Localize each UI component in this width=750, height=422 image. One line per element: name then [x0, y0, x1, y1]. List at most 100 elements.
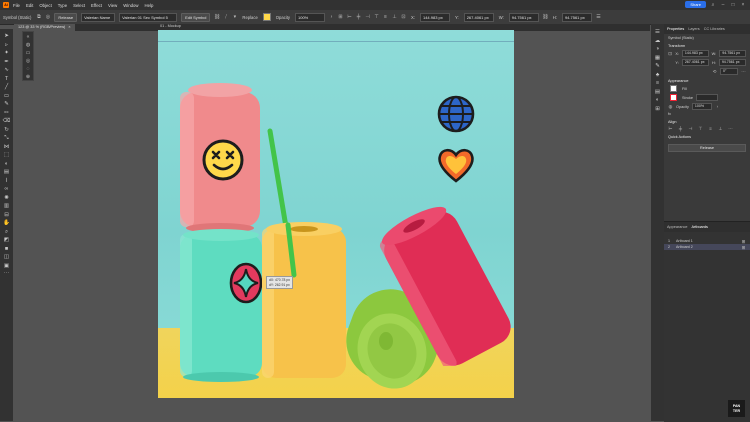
- paintbrush-tool-icon[interactable]: ✎: [3, 100, 11, 108]
- stroke-panel-icon[interactable]: ≡: [654, 79, 662, 87]
- align-right-icon[interactable]: ⊣: [688, 126, 693, 131]
- artboard[interactable]: [158, 30, 514, 398]
- symbol-icon[interactable]: ⧉: [36, 14, 42, 20]
- swatches-panel-icon[interactable]: ▦: [654, 54, 662, 62]
- y-field[interactable]: 267.4061 px: [463, 12, 494, 22]
- edit-symbol-button[interactable]: Edit Symbol: [181, 12, 211, 22]
- reference-point-icon[interactable]: ⊡: [668, 51, 672, 56]
- fx-label[interactable]: fx: [668, 112, 671, 116]
- chevron-right-icon[interactable]: ›: [329, 14, 335, 20]
- graphic-styles-panel-icon[interactable]: ⊞: [654, 105, 662, 113]
- zoom-tool-icon[interactable]: ⌕: [3, 228, 11, 236]
- menu-window[interactable]: Window: [123, 3, 138, 8]
- brushes-panel-icon[interactable]: ✎: [654, 62, 662, 70]
- menu-type[interactable]: Type: [58, 3, 67, 8]
- align-center-icon[interactable]: ╪: [356, 14, 362, 20]
- menu-file[interactable]: File: [13, 3, 20, 8]
- search-icon[interactable]: ⌕: [710, 2, 716, 8]
- align-bottom-icon[interactable]: ⊥: [392, 14, 398, 20]
- w-field[interactable]: 94.7561 px: [508, 12, 539, 22]
- direct-selection-tool-icon[interactable]: ▹: [3, 41, 11, 49]
- dizzy-smiley-icon[interactable]: [201, 138, 245, 182]
- globe-icon[interactable]: [436, 94, 476, 134]
- tab-cc-libraries[interactable]: CC Libraries: [704, 27, 725, 31]
- menu-edit[interactable]: Edit: [26, 3, 33, 8]
- artboard-tool-icon[interactable]: ⊟: [3, 211, 11, 219]
- gradient-tool-icon[interactable]: ▤: [3, 168, 11, 176]
- free-transform-icon[interactable]: ⬚: [3, 151, 11, 159]
- properties-panel-icon[interactable]: ☰: [654, 28, 662, 36]
- blend-tool-icon[interactable]: ∞: [3, 185, 11, 193]
- symbol-sprayer-icon[interactable]: ✺: [3, 194, 11, 202]
- align-more-icon[interactable]: ⋯: [728, 126, 733, 131]
- chevron-right-icon[interactable]: ›: [715, 104, 720, 109]
- dropdown-icon[interactable]: ▾: [232, 14, 238, 20]
- magic-wand-icon[interactable]: ✦: [3, 49, 11, 57]
- heart-icon[interactable]: [436, 146, 476, 184]
- selection-tool-icon[interactable]: ➤: [3, 32, 11, 40]
- align-hcenter-icon[interactable]: ╪: [678, 126, 683, 131]
- collapse-icon[interactable]: «: [25, 34, 32, 41]
- symbols-panel-icon[interactable]: ♣: [654, 71, 662, 79]
- x-field[interactable]: 144.983 px: [681, 50, 709, 57]
- symbol-library-field[interactable]: Valerian 01 Sec Symbol 5: [119, 12, 178, 22]
- line-tool-icon[interactable]: ╱: [3, 83, 11, 91]
- align-left-icon[interactable]: ⊢: [668, 126, 673, 131]
- align-vcenter-icon[interactable]: ≡: [708, 126, 713, 131]
- curvature-tool-icon[interactable]: ∿: [3, 66, 11, 74]
- more-options-icon[interactable]: ⋯: [741, 69, 746, 74]
- stroke-label[interactable]: Stroke: [682, 96, 693, 100]
- libraries-panel-icon[interactable]: ☁: [654, 37, 662, 45]
- pen-tool-icon[interactable]: ✒: [3, 58, 11, 66]
- opacity-label[interactable]: Opacity: [676, 105, 689, 109]
- target-icon[interactable]: ◎: [45, 14, 51, 20]
- align-left-icon[interactable]: ⊢: [347, 14, 353, 20]
- angle-field[interactable]: 0°: [720, 68, 738, 75]
- constrain-link-icon[interactable]: ⛓: [542, 14, 548, 20]
- color-mode-icon[interactable]: ■: [3, 245, 11, 253]
- stroke-weight-field[interactable]: [695, 94, 718, 101]
- align-bottom-icon[interactable]: ⊥: [718, 126, 723, 131]
- align-top-icon[interactable]: ⊤: [374, 14, 380, 20]
- artboard-small-icon[interactable]: ▭: [25, 50, 32, 57]
- opacity-field[interactable]: 100%: [295, 12, 325, 22]
- menu-select[interactable]: Select: [73, 3, 85, 8]
- pencil-tool-icon[interactable]: ✏: [3, 109, 11, 117]
- menu-icon[interactable]: ☰: [595, 14, 601, 20]
- document-tab[interactable]: 123 @ 33 % (RGB/Preview) ×: [14, 24, 75, 31]
- menu-view[interactable]: View: [108, 3, 117, 8]
- swatch-small-icon[interactable]: ⊕: [25, 74, 32, 81]
- h-field[interactable]: 94.7561 px: [561, 12, 592, 22]
- mint-can[interactable]: [178, 228, 264, 383]
- menu-effect[interactable]: Effect: [91, 3, 102, 8]
- align-top-icon[interactable]: ⊤: [698, 126, 703, 131]
- close-icon[interactable]: ×: [740, 2, 746, 8]
- opacity-field[interactable]: 100%: [691, 103, 712, 110]
- type-tool-icon[interactable]: T: [3, 75, 11, 83]
- menu-object[interactable]: Object: [39, 3, 51, 8]
- share-button[interactable]: Share: [685, 1, 706, 8]
- document-tab-close-icon[interactable]: ×: [68, 24, 70, 31]
- red-can[interactable]: [376, 206, 514, 366]
- artboard-label[interactable]: 01 - Mockup: [160, 24, 181, 28]
- scale-tool-icon[interactable]: ⤡: [3, 134, 11, 142]
- artboard-options-icon[interactable]: ⊞: [741, 245, 746, 250]
- tab-artboards[interactable]: Artboards: [691, 225, 707, 229]
- align-middle-icon[interactable]: ≡: [383, 14, 389, 20]
- align-right-icon[interactable]: ⊣: [365, 14, 371, 20]
- artboard-row[interactable]: 2 Artboard 2 ⊞: [664, 244, 750, 250]
- h-field[interactable]: 94.7561 px: [718, 59, 746, 66]
- w-field[interactable]: 94.7561 px: [719, 50, 746, 57]
- minimize-icon[interactable]: –: [720, 2, 726, 8]
- grid-icon[interactable]: ⊞: [338, 14, 344, 20]
- shape-builder-icon[interactable]: ◐: [3, 160, 11, 168]
- draw-mode-icon[interactable]: ◫: [3, 253, 11, 261]
- color-panel-icon[interactable]: ◑: [654, 45, 662, 53]
- replace-swatch[interactable]: [262, 13, 271, 21]
- tab-layers[interactable]: Layers: [688, 27, 699, 31]
- more-tools-icon[interactable]: ⋯: [3, 270, 11, 278]
- x-field[interactable]: 144.983 px: [419, 12, 450, 22]
- tab-appearance[interactable]: Appearance: [667, 225, 687, 229]
- symbol-tool-icon[interactable]: ◍: [25, 42, 32, 49]
- y-field[interactable]: 267.4061 px: [681, 59, 709, 66]
